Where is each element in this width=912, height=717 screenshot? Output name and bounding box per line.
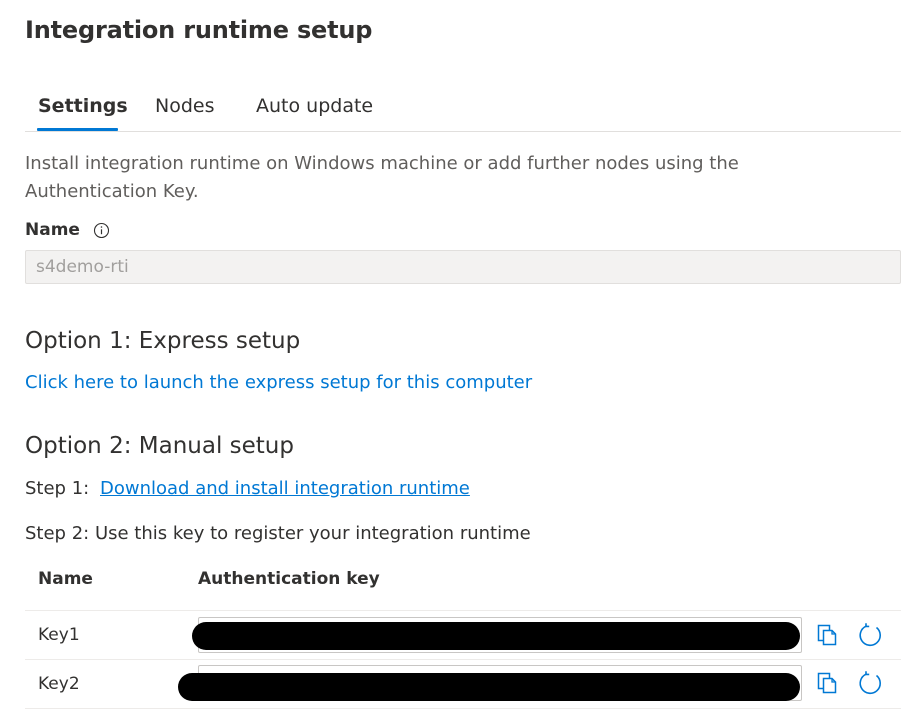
step2-label: Step 2: Use this key to register your in… bbox=[25, 523, 531, 544]
tab-nodes[interactable]: Nodes bbox=[155, 95, 215, 117]
refresh-icon[interactable] bbox=[858, 622, 884, 648]
key1-name: Key1 bbox=[38, 625, 80, 645]
table-row-divider bbox=[25, 708, 901, 709]
option1-heading: Option 1: Express setup bbox=[25, 328, 301, 354]
tab-auto-update[interactable]: Auto update bbox=[256, 95, 373, 117]
setup-description: Install integration runtime on Windows m… bbox=[25, 153, 739, 202]
name-field[interactable] bbox=[25, 250, 901, 284]
refresh-icon[interactable] bbox=[858, 670, 884, 696]
column-header-authentication-key: Authentication key bbox=[198, 569, 380, 589]
tab-bar: Settings Nodes Auto update bbox=[25, 92, 901, 132]
redaction-bar bbox=[192, 622, 800, 650]
redaction-bar bbox=[178, 673, 800, 701]
express-setup-link[interactable]: Click here to launch the express setup f… bbox=[25, 372, 532, 393]
active-tab-indicator bbox=[37, 128, 118, 131]
tab-settings[interactable]: Settings bbox=[38, 95, 128, 117]
table-row-divider bbox=[25, 659, 901, 660]
info-icon[interactable] bbox=[93, 222, 110, 239]
column-header-name: Name bbox=[38, 569, 93, 589]
download-runtime-link[interactable]: Download and install integration runtime bbox=[100, 478, 470, 499]
key2-name: Key2 bbox=[38, 674, 80, 694]
copy-icon[interactable] bbox=[815, 670, 841, 696]
copy-icon[interactable] bbox=[815, 622, 841, 648]
table-row-divider bbox=[25, 610, 901, 611]
page-title: Integration runtime setup bbox=[25, 16, 373, 44]
step1-label: Step 1: bbox=[25, 478, 90, 499]
option2-heading: Option 2: Manual setup bbox=[25, 433, 294, 459]
integration-runtime-setup-panel: Integration runtime setup Settings Nodes… bbox=[0, 0, 912, 717]
name-label: Name bbox=[25, 220, 80, 240]
